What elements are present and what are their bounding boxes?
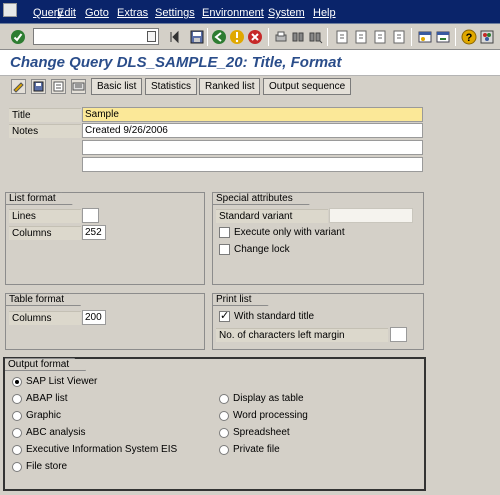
- basic-list-button[interactable]: Basic list: [91, 78, 143, 95]
- exit-icon[interactable]: [229, 29, 245, 45]
- command-history-icon[interactable]: [147, 31, 156, 42]
- notes-field-line-1[interactable]: Created 9/26/2006: [82, 123, 423, 138]
- statistics-button[interactable]: Statistics: [145, 78, 198, 95]
- notes-field-line-2[interactable]: [82, 140, 423, 155]
- ranked-list-button[interactable]: Ranked list: [199, 78, 261, 95]
- with-standard-title-label: With standard title: [234, 311, 315, 322]
- find-icon[interactable]: [290, 29, 306, 45]
- next-page-icon[interactable]: [372, 29, 388, 45]
- columns-label: Columns: [9, 226, 81, 240]
- back-icon[interactable]: [211, 29, 227, 45]
- menu-environment[interactable]: Environment: [202, 7, 264, 19]
- list-format-title: List format: [6, 192, 73, 205]
- left-margin-field[interactable]: [390, 327, 407, 342]
- list-format-group: List format Lines Columns 252: [5, 192, 205, 285]
- content-area: Title Sample Notes Created 9/26/2006 Lis…: [0, 98, 500, 495]
- table-format-group: Table format Columns 200: [5, 293, 205, 350]
- application-toolbar: Basic list Statistics Ranked list Output…: [0, 76, 500, 98]
- toolbar-separator: [268, 28, 269, 46]
- toolbar-separator: [455, 28, 456, 46]
- menu-system[interactable]: System: [268, 7, 305, 19]
- option-abc-analysis-label: ABC analysis: [26, 427, 86, 438]
- print-icon[interactable]: [273, 29, 289, 45]
- notes-field-line-3[interactable]: [82, 157, 423, 172]
- radio-sap-list-viewer[interactable]: [12, 377, 22, 387]
- with-standard-title-checkbox[interactable]: [219, 309, 230, 322]
- notes-label: Notes: [9, 124, 81, 138]
- print-list-title: Print list: [213, 293, 269, 306]
- last-page-icon[interactable]: [391, 29, 407, 45]
- option-file-store-label: File store: [26, 461, 68, 472]
- print-list-group: Print list With standard title No. of ch…: [212, 293, 424, 350]
- radio-abc-analysis[interactable]: [12, 428, 22, 438]
- option-spreadsheet-label: Spreadsheet: [233, 427, 290, 438]
- option-word-processing-label: Word processing: [233, 410, 308, 421]
- special-attributes-group: Special attributes Standard variant Exec…: [212, 192, 424, 285]
- special-attributes-title: Special attributes: [213, 192, 310, 205]
- lines-field[interactable]: [82, 208, 99, 223]
- title-field[interactable]: Sample: [82, 107, 423, 122]
- title-label: Title: [9, 108, 81, 122]
- radio-word-processing[interactable]: [219, 411, 229, 421]
- find-next-icon[interactable]: [307, 29, 323, 45]
- standard-variant-label: Standard variant: [216, 209, 328, 223]
- toolbar-separator: [207, 28, 208, 46]
- standard-variant-field[interactable]: [329, 208, 413, 223]
- field-selection-icon[interactable]: [71, 79, 86, 94]
- output-format-title: Output format: [5, 358, 86, 371]
- table-format-title: Table format: [6, 293, 81, 306]
- toolbar-separator: [327, 28, 328, 46]
- menu-bar: Query Edit Goto Extras Settings Environm…: [0, 0, 500, 24]
- layout-menu-icon[interactable]: [479, 29, 495, 45]
- help-icon[interactable]: ?: [461, 29, 477, 45]
- save-icon[interactable]: [189, 29, 205, 45]
- page-title: Change Query DLS_SAMPLE_20: Title, Forma…: [10, 54, 342, 71]
- left-margin-label: No. of characters left margin: [216, 328, 388, 342]
- table-columns-field[interactable]: 200: [82, 310, 106, 325]
- radio-private-file[interactable]: [219, 445, 229, 455]
- columns-field[interactable]: 252: [82, 225, 106, 240]
- cancel-icon[interactable]: [247, 29, 263, 45]
- change-lock-checkbox[interactable]: [219, 244, 230, 255]
- option-graphic-label: Graphic: [26, 410, 62, 421]
- table-columns-label: Columns: [9, 311, 81, 325]
- menu-help[interactable]: Help: [313, 7, 336, 19]
- first-page-icon[interactable]: [334, 29, 350, 45]
- svg-text:?: ?: [466, 32, 473, 44]
- option-executive-information-system-label: Executive Information System EIS: [26, 444, 178, 455]
- output-sequence-button[interactable]: Output sequence: [263, 78, 352, 95]
- lines-label: Lines: [9, 209, 81, 223]
- option-display-as-table-label: Display as table: [233, 393, 304, 404]
- radio-spreadsheet[interactable]: [219, 428, 229, 438]
- command-toggle-icon[interactable]: [167, 29, 183, 45]
- radio-file-store[interactable]: [12, 462, 22, 472]
- execute-icon[interactable]: [51, 79, 66, 94]
- radio-abap-list[interactable]: [12, 394, 22, 404]
- execute-only-with-variant-label: Execute only with variant: [234, 227, 345, 238]
- new-session-icon[interactable]: [417, 29, 433, 45]
- command-field[interactable]: [33, 28, 159, 45]
- radio-executive-information-system[interactable]: [12, 445, 22, 455]
- option-private-file-label: Private file: [233, 444, 280, 455]
- title-bar: Change Query DLS_SAMPLE_20: Title, Forma…: [0, 50, 500, 76]
- system-menu-icon[interactable]: [3, 3, 17, 17]
- standard-toolbar: ?: [0, 24, 500, 50]
- output-format-group: Output format SAP List Viewer ABAP list …: [3, 357, 426, 491]
- option-sap-list-viewer-label: SAP List Viewer: [26, 376, 98, 387]
- menu-edit[interactable]: Edit: [57, 7, 76, 19]
- save-query-icon[interactable]: [31, 79, 46, 94]
- menu-settings[interactable]: Settings: [155, 7, 195, 19]
- radio-graphic[interactable]: [12, 411, 22, 421]
- option-abap-list-label: ABAP list: [26, 393, 68, 404]
- change-lock-label: Change lock: [234, 244, 290, 255]
- shortcut-icon[interactable]: [435, 29, 451, 45]
- display-change-icon[interactable]: [11, 79, 26, 94]
- radio-display-as-table[interactable]: [219, 394, 229, 404]
- previous-page-icon[interactable]: [353, 29, 369, 45]
- menu-extras[interactable]: Extras: [117, 7, 148, 19]
- execute-only-with-variant-checkbox[interactable]: [219, 227, 230, 238]
- menu-goto[interactable]: Goto: [85, 7, 109, 19]
- enter-checkmark-icon[interactable]: [10, 29, 26, 45]
- toolbar-separator: [411, 28, 412, 46]
